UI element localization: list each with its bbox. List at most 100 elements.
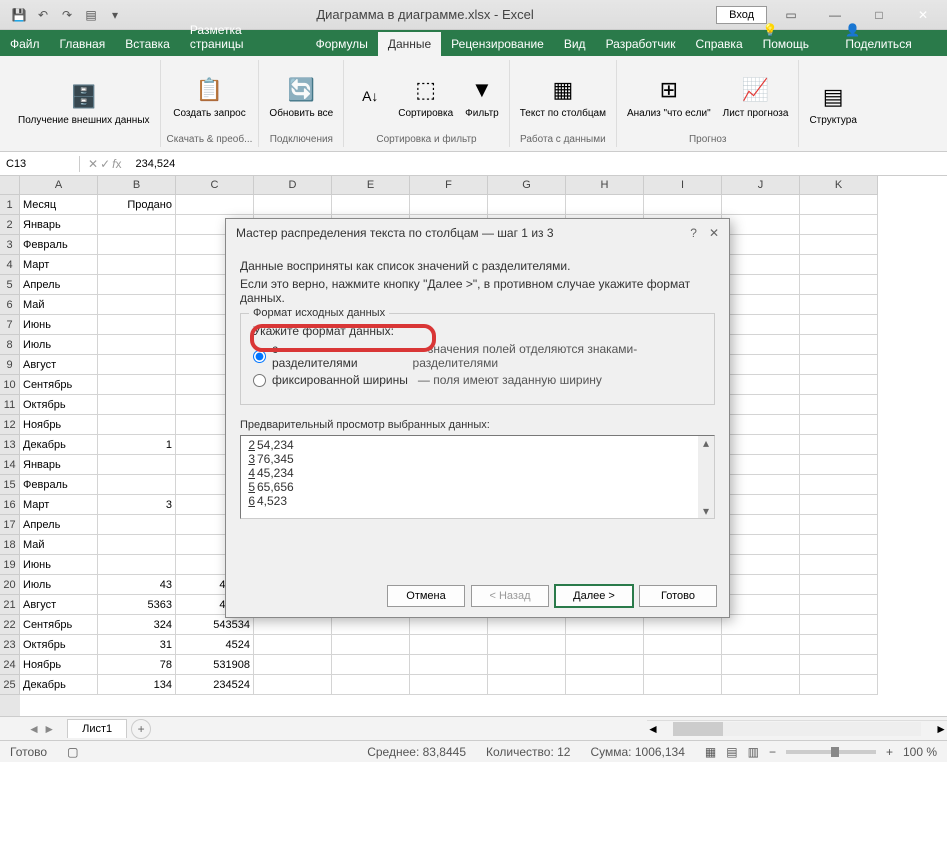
- cell[interactable]: [98, 275, 176, 295]
- row-header[interactable]: 21: [0, 595, 20, 615]
- cell[interactable]: Июнь: [20, 555, 98, 575]
- cell[interactable]: [800, 355, 878, 375]
- row-header[interactable]: 2: [0, 215, 20, 235]
- menu-review[interactable]: Рецензирование: [441, 32, 554, 56]
- view-normal-icon[interactable]: ▦: [705, 745, 716, 759]
- cell[interactable]: 5363: [98, 595, 176, 615]
- cell[interactable]: [488, 655, 566, 675]
- cell[interactable]: [332, 195, 410, 215]
- cancel-formula-icon[interactable]: ✕: [88, 157, 98, 171]
- undo-icon[interactable]: ↶: [32, 4, 54, 26]
- cell[interactable]: Продано: [98, 195, 176, 215]
- menu-file[interactable]: Файл: [0, 32, 50, 56]
- cell[interactable]: [254, 615, 332, 635]
- row-header[interactable]: 5: [0, 275, 20, 295]
- cell[interactable]: [722, 615, 800, 635]
- cell[interactable]: [410, 635, 488, 655]
- cell[interactable]: Август: [20, 595, 98, 615]
- cell[interactable]: [332, 615, 410, 635]
- sheet-tab[interactable]: Лист1: [67, 719, 127, 738]
- fixed-width-radio[interactable]: [253, 374, 266, 387]
- cell[interactable]: [800, 235, 878, 255]
- row-header[interactable]: 19: [0, 555, 20, 575]
- cell[interactable]: [98, 335, 176, 355]
- cell[interactable]: 1: [98, 435, 176, 455]
- cell[interactable]: Апрель: [20, 275, 98, 295]
- select-all-corner[interactable]: [0, 176, 20, 195]
- cell[interactable]: Сентябрь: [20, 375, 98, 395]
- cell[interactable]: [488, 635, 566, 655]
- cell[interactable]: [722, 595, 800, 615]
- cell[interactable]: [98, 455, 176, 475]
- row-header[interactable]: 25: [0, 675, 20, 695]
- cell[interactable]: [98, 535, 176, 555]
- cell[interactable]: [254, 675, 332, 695]
- menu-view[interactable]: Вид: [554, 32, 596, 56]
- zoom-level[interactable]: 100 %: [903, 745, 937, 759]
- cell[interactable]: [332, 675, 410, 695]
- column-header[interactable]: F: [410, 176, 488, 195]
- column-header[interactable]: A: [20, 176, 98, 195]
- cell[interactable]: [488, 195, 566, 215]
- cell[interactable]: [722, 535, 800, 555]
- cell[interactable]: [722, 255, 800, 275]
- cell[interactable]: 78: [98, 655, 176, 675]
- cell[interactable]: 31: [98, 635, 176, 655]
- row-header[interactable]: 15: [0, 475, 20, 495]
- redo-icon[interactable]: ↷: [56, 4, 78, 26]
- refresh-all-button[interactable]: 🔄Обновить все: [265, 72, 337, 121]
- cell[interactable]: [800, 455, 878, 475]
- zoom-out-icon[interactable]: −: [769, 745, 776, 759]
- row-header[interactable]: 4: [0, 255, 20, 275]
- forecast-sheet-button[interactable]: 📈Лист прогноза: [719, 72, 793, 121]
- cell[interactable]: [488, 615, 566, 635]
- column-header[interactable]: K: [800, 176, 878, 195]
- view-layout-icon[interactable]: ▤: [726, 745, 737, 759]
- cell[interactable]: [566, 655, 644, 675]
- name-box[interactable]: C13: [0, 156, 80, 172]
- cell[interactable]: Ноябрь: [20, 655, 98, 675]
- filter-button[interactable]: ▼Фильтр: [461, 72, 503, 121]
- zoom-slider[interactable]: [786, 750, 876, 754]
- row-header[interactable]: 18: [0, 535, 20, 555]
- cell[interactable]: [800, 655, 878, 675]
- cell[interactable]: 4524: [176, 635, 254, 655]
- cell[interactable]: Май: [20, 535, 98, 555]
- cell[interactable]: [722, 495, 800, 515]
- cell[interactable]: [800, 675, 878, 695]
- cell[interactable]: [410, 655, 488, 675]
- cell[interactable]: [722, 555, 800, 575]
- cell[interactable]: [722, 415, 800, 435]
- row-header[interactable]: 11: [0, 395, 20, 415]
- menu-formulas[interactable]: Формулы: [306, 32, 378, 56]
- cell[interactable]: Декабрь: [20, 675, 98, 695]
- cell[interactable]: [722, 395, 800, 415]
- enter-formula-icon[interactable]: ✓: [100, 157, 110, 171]
- cell[interactable]: Октябрь: [20, 635, 98, 655]
- cell[interactable]: [176, 195, 254, 215]
- cell[interactable]: Февраль: [20, 235, 98, 255]
- cell[interactable]: [800, 495, 878, 515]
- column-header[interactable]: H: [566, 176, 644, 195]
- row-header[interactable]: 7: [0, 315, 20, 335]
- column-header[interactable]: B: [98, 176, 176, 195]
- cell[interactable]: [722, 675, 800, 695]
- cell[interactable]: [98, 555, 176, 575]
- cell[interactable]: Январь: [20, 215, 98, 235]
- cell[interactable]: [800, 635, 878, 655]
- cell[interactable]: Сентябрь: [20, 615, 98, 635]
- cell[interactable]: [488, 675, 566, 695]
- cell[interactable]: [98, 215, 176, 235]
- qat-icon[interactable]: ▾: [104, 4, 126, 26]
- cell[interactable]: [722, 575, 800, 595]
- column-header[interactable]: I: [644, 176, 722, 195]
- cell[interactable]: [800, 515, 878, 535]
- cell[interactable]: [254, 635, 332, 655]
- cell[interactable]: [644, 195, 722, 215]
- what-if-button[interactable]: ⊞Анализ "что если": [623, 72, 715, 121]
- cell[interactable]: [410, 615, 488, 635]
- row-header[interactable]: 23: [0, 635, 20, 655]
- macro-record-icon[interactable]: ▢: [67, 745, 78, 759]
- cell[interactable]: [722, 215, 800, 235]
- delimited-radio[interactable]: [253, 350, 266, 363]
